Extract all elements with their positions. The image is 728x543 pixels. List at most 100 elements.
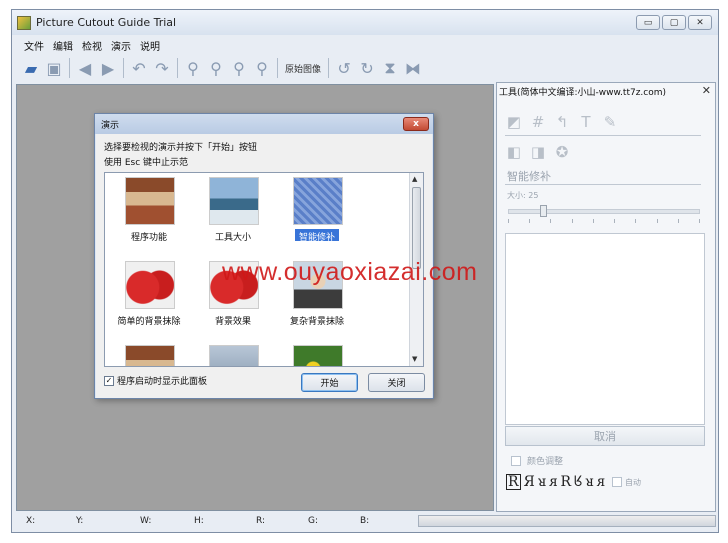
- glyph-button[interactable]: R: [506, 474, 521, 490]
- zoom-in-icon[interactable]: ⚲: [182, 57, 204, 79]
- redo-icon[interactable]: ↷: [151, 57, 173, 79]
- demo-thumbnail: [209, 345, 259, 366]
- glyph-button[interactable]: ᴙ: [597, 474, 605, 490]
- menu-demo[interactable]: 演示: [111, 38, 131, 53]
- list-item[interactable]: 工具大小: [193, 173, 273, 255]
- undo-tool-icon[interactable]: ↰: [553, 113, 571, 131]
- glyph-button[interactable]: ᴚ: [538, 474, 546, 490]
- item-label: 智能修补: [298, 233, 335, 243]
- toolbar-separator: [123, 58, 124, 78]
- toolbar-separator: [69, 58, 70, 78]
- show-on-startup-checkbox[interactable]: ✓ 程序启动时显示此面板: [104, 374, 207, 387]
- close-dialog-button[interactable]: 关闭: [368, 373, 425, 392]
- auto-checkbox[interactable]: 自动: [611, 477, 641, 488]
- original-image-button[interactable]: 原始图像: [282, 62, 324, 75]
- zoom-fit-icon[interactable]: ⚲: [228, 57, 250, 79]
- undo-icon[interactable]: ↶: [128, 57, 150, 79]
- size-slider-thumb[interactable]: [540, 205, 547, 217]
- list-item[interactable]: [109, 341, 189, 366]
- title-bar: Picture Cutout Guide Trial ▭ ▢ ✕: [12, 10, 718, 35]
- tool-icons-row-2: ◧ ◨ ✪: [505, 143, 571, 161]
- status-bar: X: Y: W: H: R: G: B:: [16, 512, 716, 530]
- forward-icon[interactable]: ▶: [97, 57, 119, 79]
- list-item-selected[interactable]: 智能修补: [277, 173, 357, 255]
- scroll-up-icon[interactable]: ▲: [412, 175, 417, 183]
- progress-bar: [418, 515, 716, 527]
- wrench-icon[interactable]: ✎: [601, 113, 619, 131]
- maximize-button[interactable]: ▢: [662, 15, 686, 30]
- demo-thumbnail: [125, 261, 175, 309]
- menu-bar: 文件 编辑 检视 演示 说明: [12, 36, 718, 54]
- item-label: 简单的背景抹除: [117, 317, 181, 327]
- rotate-left-icon[interactable]: ↺: [333, 57, 355, 79]
- glyph-button[interactable]: ᴙ: [549, 474, 557, 490]
- demo-thumbnail: [125, 177, 175, 225]
- menu-view[interactable]: 检视: [82, 38, 102, 53]
- glyph-button[interactable]: R: [560, 474, 571, 490]
- crop-icon[interactable]: ◩: [505, 113, 523, 131]
- rotate-right-icon[interactable]: ↻: [356, 57, 378, 79]
- window-controls: ▭ ▢ ✕: [636, 15, 712, 30]
- minimize-button[interactable]: ▭: [636, 15, 660, 30]
- item-label: 程序功能: [130, 233, 167, 243]
- list-item[interactable]: [193, 341, 273, 366]
- status-y: Y:: [76, 516, 84, 526]
- close-button[interactable]: ✕: [688, 15, 712, 30]
- panel-divider: [505, 135, 701, 136]
- text-icon[interactable]: T: [577, 113, 595, 131]
- demo-thumbnail: [293, 177, 343, 225]
- zoom-out-icon[interactable]: ⚲: [205, 57, 227, 79]
- toolbar-separator: [277, 58, 278, 78]
- tools-panel: 工具(简体中文编译:小山-www.tt7z.com) ✕ ◩ # ↰ T ✎ ◧…: [496, 82, 716, 512]
- menu-help[interactable]: 说明: [140, 38, 160, 53]
- watermark: www.ouyaoxiazai.com: [222, 258, 478, 286]
- brush-icon[interactable]: ◧: [505, 143, 523, 161]
- glyph-button[interactable]: Я: [524, 474, 535, 490]
- demo-thumbnail: [293, 345, 343, 366]
- dialog-instruction: 选择要检视的演示并按下「开始」按钮: [104, 143, 258, 153]
- status-x: X:: [26, 516, 36, 526]
- panel-close-icon[interactable]: ✕: [702, 84, 711, 97]
- toolbar-separator: [177, 58, 178, 78]
- slider-ticks: [508, 219, 700, 223]
- cancel-button[interactable]: 取消: [505, 426, 705, 446]
- glyph-button[interactable]: ᴚ: [585, 474, 593, 490]
- repair-icon[interactable]: ✪: [553, 143, 571, 161]
- back-icon[interactable]: ◀: [74, 57, 96, 79]
- status-w: W:: [140, 516, 152, 526]
- checkbox-box[interactable]: [511, 455, 521, 466]
- glyph-button[interactable]: ᖉ: [574, 474, 582, 490]
- size-label: 大小: 25: [507, 191, 539, 200]
- status-g: G:: [308, 516, 319, 526]
- flip-vertical-icon[interactable]: ⧗: [379, 57, 401, 79]
- color-adjust-label: 颜色调整: [527, 457, 564, 467]
- status-r: R:: [256, 516, 266, 526]
- open-icon[interactable]: ▰: [20, 57, 42, 79]
- status-h: H:: [194, 516, 204, 526]
- list-item[interactable]: 简单的背景抹除: [109, 257, 189, 339]
- size-slider-track[interactable]: [508, 209, 700, 214]
- demo-thumbnail: [209, 177, 259, 225]
- eraser-icon[interactable]: ◨: [529, 143, 547, 161]
- demo-dialog: 演示 x 选择要检视的演示并按下「开始」按钮 使用 Esc 键中止示范 程序功能…: [94, 113, 434, 399]
- app-icon: [17, 15, 31, 30]
- checkbox-box[interactable]: ✓: [104, 375, 114, 386]
- list-item[interactable]: 程序功能: [109, 173, 189, 255]
- save-icon[interactable]: ▣: [43, 57, 65, 79]
- start-button[interactable]: 开始: [301, 373, 358, 392]
- flip-horizontal-icon[interactable]: ⧓: [402, 57, 424, 79]
- item-label: 复杂背景抹除: [289, 317, 344, 327]
- menu-edit[interactable]: 编辑: [53, 38, 73, 53]
- grid-icon[interactable]: #: [529, 113, 547, 131]
- checkbox-box[interactable]: [611, 477, 622, 487]
- orientation-glyphs: R Я ᴚ ᴙ R ᖉ ᴚ ᴙ 自动: [506, 474, 641, 490]
- color-adjust-checkbox[interactable]: 颜色调整: [511, 454, 563, 467]
- menu-file[interactable]: 文件: [24, 38, 44, 53]
- scrollbar-thumb[interactable]: [412, 187, 421, 269]
- smart-repair-label: 智能修补: [507, 170, 551, 183]
- zoom-actual-icon[interactable]: ⚲: [251, 57, 273, 79]
- scroll-down-icon[interactable]: ▼: [412, 355, 417, 363]
- dialog-close-icon[interactable]: x: [403, 117, 429, 131]
- list-item[interactable]: [277, 341, 357, 366]
- window-title: Picture Cutout Guide Trial: [36, 16, 177, 29]
